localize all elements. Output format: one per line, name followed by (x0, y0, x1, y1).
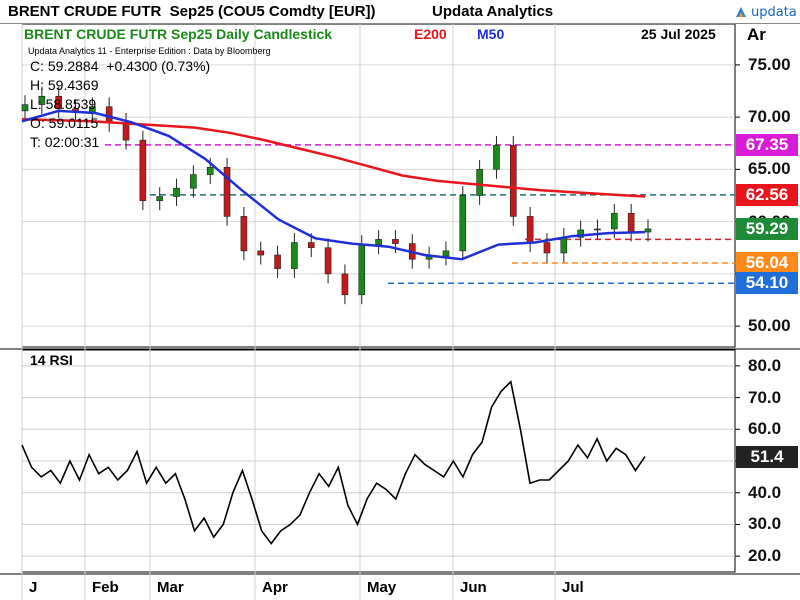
company-name: Updata Analytics (432, 3, 554, 20)
instrument-title: BRENT CRUDE FUTR Sep25 (COU5 Comdty [EUR… (8, 3, 376, 20)
candle-body (156, 196, 164, 202)
candle-body (375, 239, 382, 245)
month-label: Feb (92, 579, 119, 596)
candle-body (611, 212, 618, 230)
price-tag: 54.10 (736, 272, 798, 295)
candle-body (476, 169, 483, 196)
rsi-tick-label: 30.0 (748, 514, 782, 534)
candle-body (392, 239, 399, 244)
candle-body (21, 104, 29, 112)
price-tick-label: 75.00 (748, 54, 791, 74)
rsi-tick-label: 70.0 (748, 387, 782, 407)
rsi-tick-label: 60.0 (748, 419, 782, 439)
price-tag: 56.04 (736, 251, 798, 274)
month-label: J (29, 579, 38, 596)
data-source-note: Updata Analytics 11 - Enterprise Edition… (28, 46, 271, 56)
candle-body (307, 242, 315, 249)
ma200-legend: E200 (414, 26, 447, 42)
chart-root: BRENT CRUDE FUTR Sep25 (COU5 Comdty [EUR… (0, 0, 800, 600)
candle-body (257, 250, 265, 256)
candle-body (493, 145, 500, 170)
candle-body (122, 122, 130, 141)
month-label: May (367, 579, 397, 596)
candle-body (543, 242, 551, 254)
price-tick-label: 65.00 (748, 159, 791, 179)
price-tick-label: 50.00 (748, 316, 791, 336)
chart-canvas (0, 23, 800, 600)
ohlc-close: C: 59.2884 +0.4300 (0.73%) (30, 58, 211, 74)
candle-body (206, 166, 214, 175)
axis-currency: Ar (747, 25, 766, 44)
ohlc-high: H: 59.4369 (30, 77, 99, 93)
month-label: Jul (562, 579, 584, 596)
candle-body (291, 242, 298, 269)
rsi-title: 14 RSI (30, 352, 73, 368)
ohlc-time: T: 02:00:31 (30, 134, 100, 150)
rsi-tick-label: 40.0 (748, 482, 782, 502)
candle-body (560, 236, 568, 254)
logo-icon (736, 7, 746, 17)
rsi-tick-label: 20.0 (748, 546, 782, 566)
candle-body (594, 228, 601, 231)
price-tag: 59.29 (736, 218, 798, 241)
candle-body (442, 250, 450, 257)
updata-logo: updata (734, 4, 797, 20)
candle-body (341, 273, 349, 296)
rsi-value-tag: 51.4 (736, 445, 798, 468)
chart-date: 25 Jul 2025 (641, 26, 716, 42)
candle-body (526, 216, 534, 243)
header-bar: BRENT CRUDE FUTR Sep25 (COU5 Comdty [EUR… (0, 0, 800, 24)
candle-body (240, 216, 248, 252)
ma50-legend: M50 (477, 26, 505, 42)
candle-body (173, 187, 180, 197)
candle-body (644, 228, 652, 233)
candle-body (324, 247, 332, 275)
candle-body (459, 195, 467, 252)
candle-body (105, 106, 113, 123)
ma200-line (21, 117, 646, 198)
chart-subtitle: BRENT CRUDE FUTR Sep25 Daily Candlestick (24, 26, 333, 42)
price-tag: 67.35 (736, 133, 798, 156)
logo-text: updata (751, 4, 797, 20)
candle-body (358, 244, 366, 296)
month-label: Mar (157, 579, 184, 596)
price-tick-label: 70.00 (748, 107, 791, 127)
rsi-tick-label: 80.0 (748, 355, 782, 375)
candle-body (139, 139, 147, 202)
candle-body (509, 145, 517, 217)
ma50-line (21, 109, 646, 261)
ohlc-low: L: 58.8539 (30, 96, 97, 112)
candle-body (274, 254, 281, 269)
rsi-line (21, 380, 646, 545)
month-label: Jun (460, 579, 487, 596)
month-label: Apr (262, 579, 288, 596)
candle-body (190, 174, 197, 189)
candle-body (627, 212, 635, 233)
ohlc-open: O: 59.0115 (30, 115, 99, 131)
price-tag: 62.56 (736, 183, 798, 206)
